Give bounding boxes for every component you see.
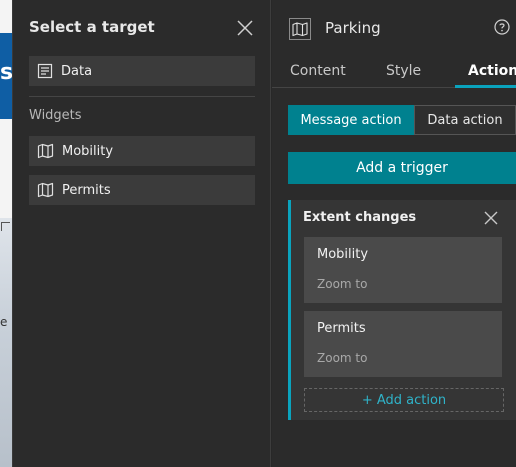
trigger-title: Extent changes <box>303 210 417 225</box>
tab-style[interactable]: Style <box>386 63 421 79</box>
target-widget-label: Permits <box>62 182 111 198</box>
widgets-section-header: Widgets <box>29 108 82 123</box>
app-text-fragment: e <box>0 315 8 329</box>
action-card-mobility[interactable]: Mobility Zoom to <box>304 237 502 303</box>
data-icon <box>37 63 53 79</box>
map-icon <box>37 182 54 198</box>
add-action-button[interactable]: + Add action <box>304 388 504 412</box>
widget-title: Parking <box>325 19 381 37</box>
divider <box>29 96 255 97</box>
map-frame-corner <box>1 222 10 231</box>
message-action-toggle[interactable]: Message action <box>288 105 414 135</box>
action-target-name: Mobility <box>317 247 369 262</box>
select-target-panel: Select a target Data Widgets Mobility Pe… <box>13 0 271 467</box>
target-widget-label: Mobility <box>62 143 114 159</box>
action-description: Zoom to <box>317 277 368 291</box>
map-icon <box>289 18 311 44</box>
add-trigger-button[interactable]: Add a trigger <box>288 152 516 184</box>
tab-action[interactable]: Action <box>468 63 516 79</box>
action-description: Zoom to <box>317 351 368 365</box>
active-tab-indicator <box>455 85 516 88</box>
close-icon[interactable] <box>484 210 498 229</box>
underlying-app-strip: s e <box>0 0 13 467</box>
action-target-name: Permits <box>317 321 366 336</box>
close-icon[interactable] <box>235 18 255 38</box>
help-icon[interactable] <box>494 19 510 39</box>
action-card-permits[interactable]: Permits Zoom to <box>304 311 502 377</box>
target-item-data[interactable]: Data <box>29 56 255 86</box>
app-title-fragment: s <box>0 60 13 85</box>
widget-settings-panel: Parking Content Style Action Message act… <box>272 0 516 467</box>
trigger-card: Extent changes Mobility Zoom to Permits … <box>288 200 516 420</box>
panel-title: Select a target <box>29 18 155 36</box>
data-action-toggle[interactable]: Data action <box>414 105 516 135</box>
map-fragment <box>0 218 12 467</box>
settings-tabs: Content Style Action <box>272 58 516 88</box>
target-widget-permits[interactable]: Permits <box>29 175 255 205</box>
target-item-label: Data <box>61 63 93 79</box>
tab-content[interactable]: Content <box>290 63 346 79</box>
target-widget-mobility[interactable]: Mobility <box>29 136 255 166</box>
map-icon <box>37 143 54 159</box>
